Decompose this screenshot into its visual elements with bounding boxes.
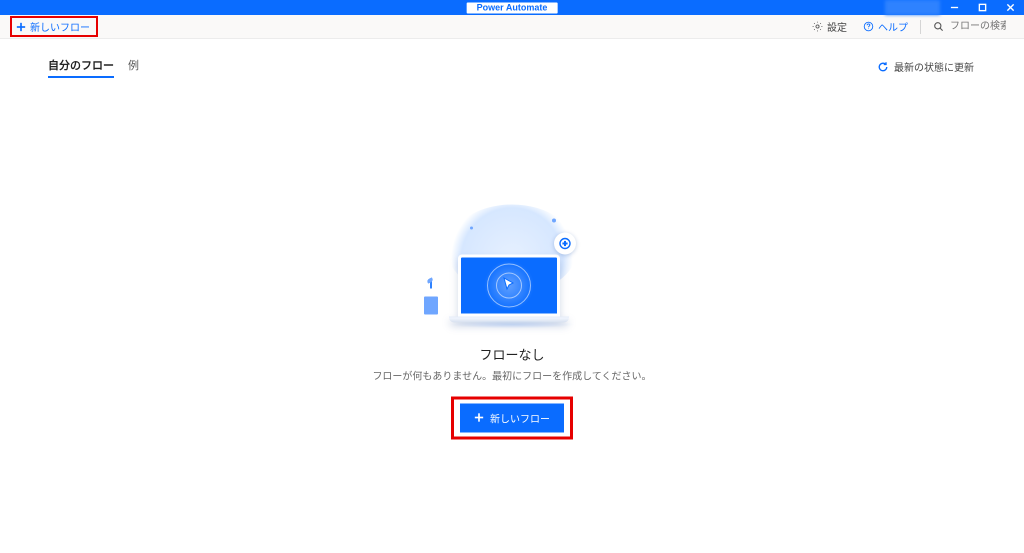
maximize-icon xyxy=(978,3,987,12)
separator xyxy=(920,20,921,34)
new-flow-button[interactable]: 新しいフロー xyxy=(10,16,98,37)
gear-icon xyxy=(812,21,823,32)
app-title: Power Automate xyxy=(467,2,558,13)
user-area-blurred[interactable] xyxy=(885,0,940,15)
titlebar: Power Automate xyxy=(0,0,1024,15)
plus-badge-icon xyxy=(554,232,576,254)
empty-illustration xyxy=(422,204,602,334)
tab-my-flows[interactable]: 自分のフロー xyxy=(48,57,114,78)
command-bar-right: 設定 ヘルプ xyxy=(806,15,1014,38)
window-minimize-button[interactable] xyxy=(940,0,968,15)
tabs: 自分のフロー 例 xyxy=(48,57,976,79)
refresh-label: 最新の状態に更新 xyxy=(894,59,974,74)
tab-examples[interactable]: 例 xyxy=(128,57,139,78)
new-flow-label: 新しいフロー xyxy=(30,19,90,34)
titlebar-right xyxy=(885,0,1024,15)
refresh-button[interactable]: 最新の状態に更新 xyxy=(877,59,974,74)
refresh-icon xyxy=(877,61,889,73)
laptop-icon xyxy=(458,254,569,322)
window-close-button[interactable] xyxy=(996,0,1024,15)
settings-button[interactable]: 設定 xyxy=(806,15,853,38)
help-label: ヘルプ xyxy=(878,19,908,34)
settings-label: 設定 xyxy=(827,19,847,34)
empty-subtitle: フローが何もありません。最初にフローを作成してください。 xyxy=(372,367,652,382)
help-icon xyxy=(863,21,874,32)
cursor-icon xyxy=(501,276,517,295)
search-input[interactable] xyxy=(948,20,1008,33)
window-maximize-button[interactable] xyxy=(968,0,996,15)
content-area: 自分のフロー 例 最新の状態に更新 xyxy=(0,39,1024,553)
minimize-icon xyxy=(950,3,959,12)
search-icon xyxy=(933,21,944,32)
new-flow-primary-button[interactable]: 新しいフロー xyxy=(460,403,564,432)
command-bar: 新しいフロー 設定 ヘルプ xyxy=(0,15,1024,39)
plant-icon xyxy=(424,288,438,314)
close-icon xyxy=(1006,3,1015,12)
empty-state: フローなし フローが何もありません。最初にフローを作成してください。 新しいフロ… xyxy=(372,204,652,439)
empty-title: フローなし xyxy=(372,344,652,363)
help-button[interactable]: ヘルプ xyxy=(857,15,914,38)
new-flow-button-highlight: 新しいフロー xyxy=(451,396,573,439)
plus-icon xyxy=(16,22,26,32)
plus-icon xyxy=(474,413,484,423)
search-flows[interactable] xyxy=(927,20,1014,33)
new-flow-primary-label: 新しいフロー xyxy=(490,410,550,425)
